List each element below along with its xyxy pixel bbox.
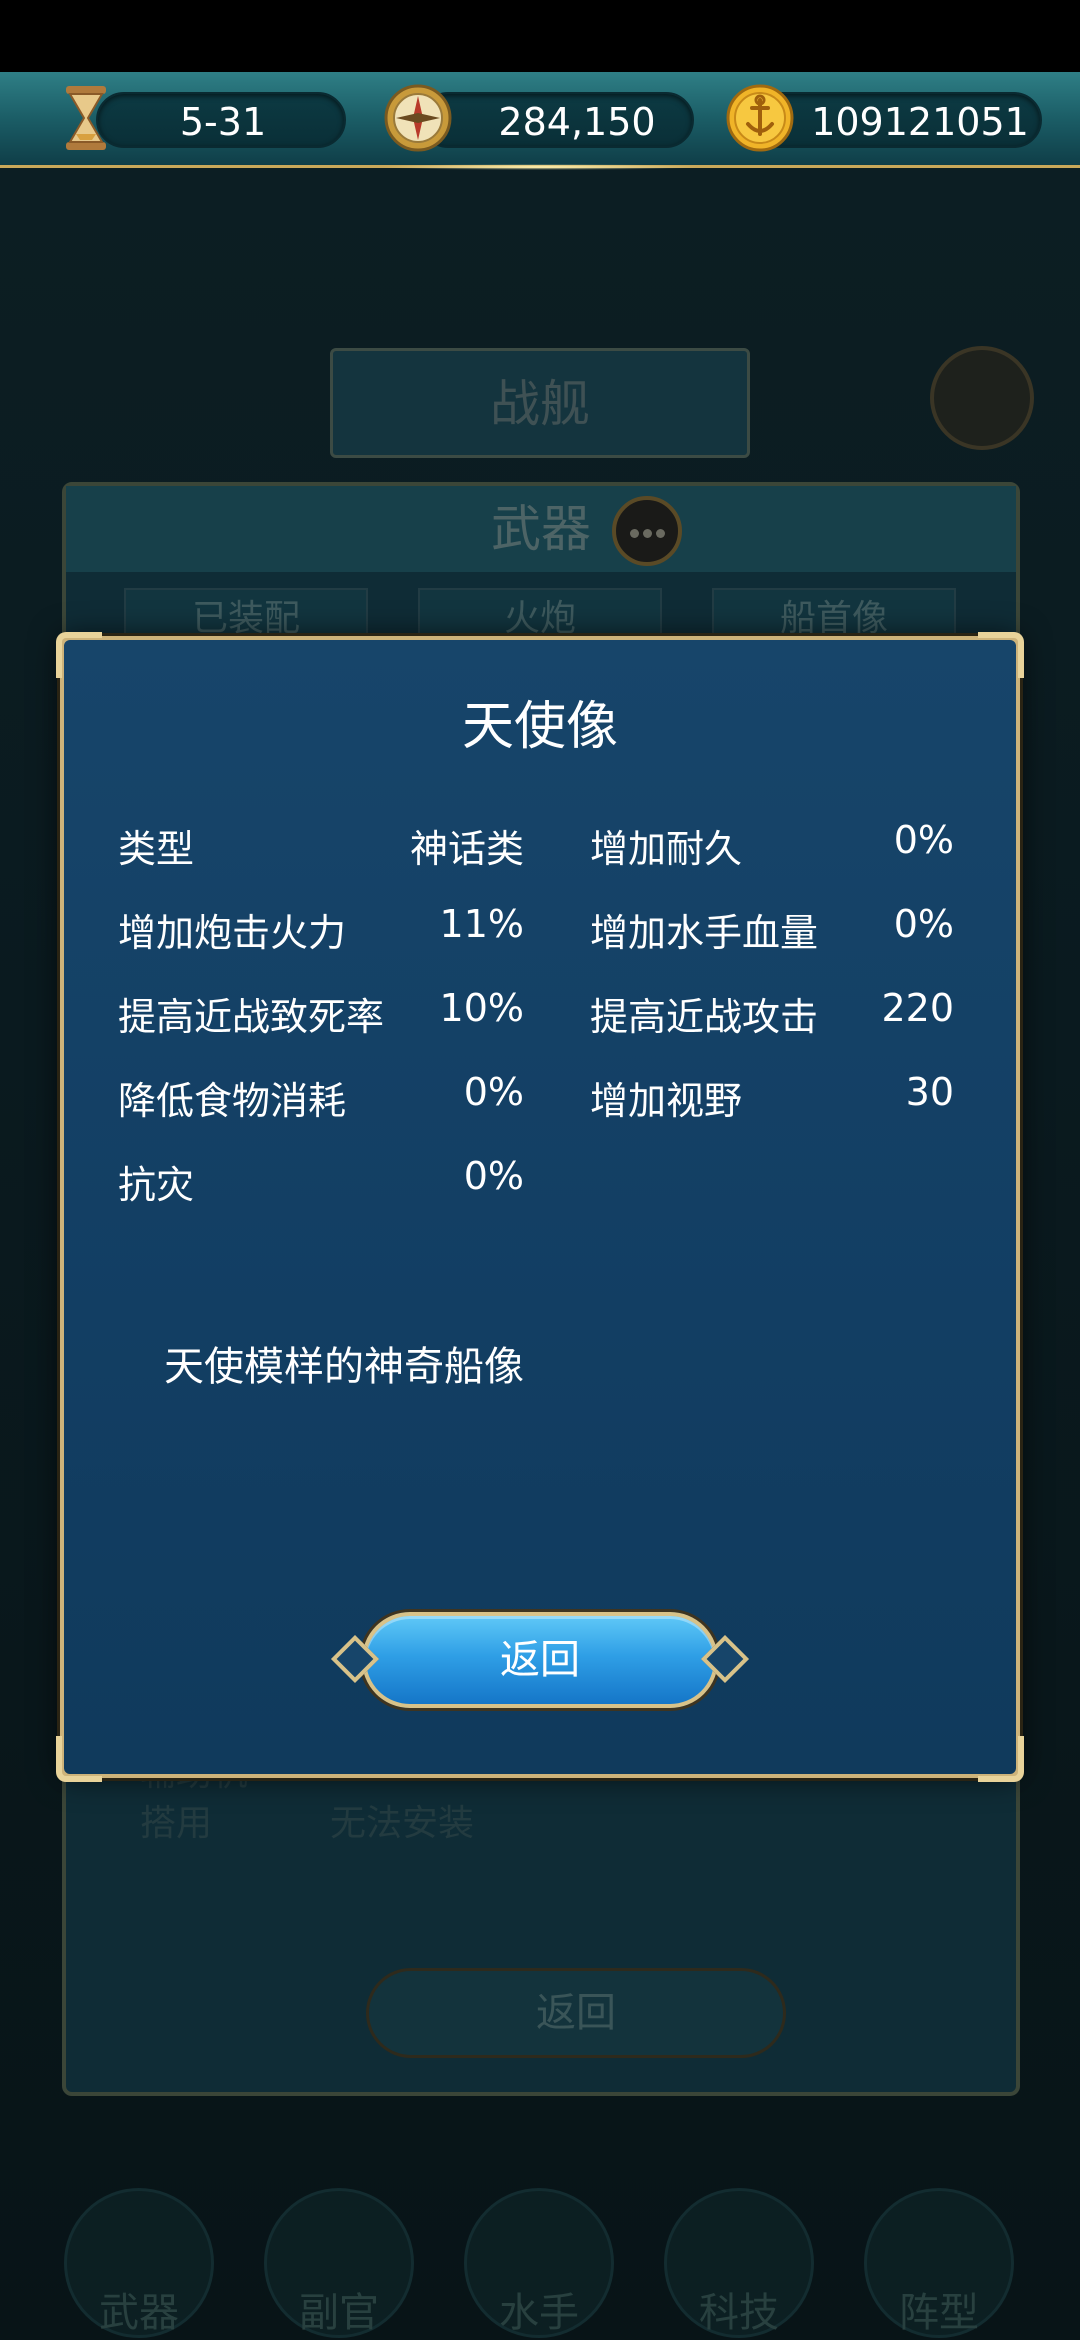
stat-value-melee-lethality: 10% (439, 986, 524, 1030)
return-button-label: 返回 (500, 1637, 580, 1683)
gold-value: 109121051 (811, 100, 1029, 144)
hourglass-icon (66, 86, 106, 150)
stage-pill: 5-31 (96, 92, 346, 148)
button-ornament (330, 1634, 380, 1684)
anchor-coin-icon (726, 84, 794, 152)
bg-return-button: 返回 (366, 1968, 786, 2058)
compass-icon (384, 84, 452, 152)
game-screen: 战舰 武器 已装配 火炮 船首像 返回 辅助帆 搭用 无法安装 武器 (0, 0, 1080, 2340)
item-detail-dialog: 天使像 类型 神话类 增加炮击火力 11% 提高近战致死率 10% 降低食物消耗… (56, 632, 1024, 1782)
frame-corner (978, 1736, 1024, 1782)
stat-value-sailor-hp: 0% (893, 902, 954, 946)
bg-title-text: 战舰 (490, 375, 590, 433)
stat-label-disaster-resist: 抗灾 (118, 1163, 195, 1207)
stats-grid: 类型 神话类 增加炮击火力 11% 提高近战致死率 10% 降低食物消耗 0% … (64, 640, 1016, 1240)
return-button[interactable]: 返回 (330, 1612, 750, 1708)
nav-weapon-label: 武器 (99, 2290, 179, 2336)
stage-value: 5-31 (179, 100, 267, 144)
chat-bubble-icon (612, 496, 682, 566)
compass-pill: 284,150 (420, 92, 694, 148)
stat-value-melee-attack: 220 (881, 986, 954, 1030)
nav-officer-label: 副官 (299, 2290, 379, 2336)
nav-sailor-label: 水手 (499, 2290, 579, 2336)
item-description: 天使模样的神奇船像 (164, 1344, 524, 1390)
stat-value-firepower: 11% (439, 902, 524, 946)
frame-corner (56, 1736, 102, 1782)
resource-bar: 5-31 284,150 109121051 (0, 72, 1080, 170)
bg-row-label: 搭用 (140, 1803, 213, 1844)
compass-value: 284,150 (498, 100, 656, 144)
stat-label-type: 类型 (118, 827, 195, 871)
bg-row-value: 无法安装 (330, 1803, 475, 1844)
nav-tech-label: 科技 (699, 2290, 779, 2336)
stat-value-food-consumption: 0% (463, 1070, 524, 1114)
nav-formation-label: 阵型 (899, 2290, 979, 2336)
stat-value-durability: 0% (893, 818, 954, 862)
bg-title-banner: 战舰 (330, 348, 750, 458)
back-arrow-icon (930, 346, 1034, 450)
stat-value-vision: 30 (905, 1070, 954, 1114)
bg-panel-header: 武器 (66, 486, 1016, 572)
button-ornament (700, 1634, 750, 1684)
bg-panel-title: 武器 (491, 500, 591, 558)
stat-value-disaster-resist: 0% (463, 1154, 524, 1198)
stat-value-type: 神话类 (409, 827, 524, 871)
